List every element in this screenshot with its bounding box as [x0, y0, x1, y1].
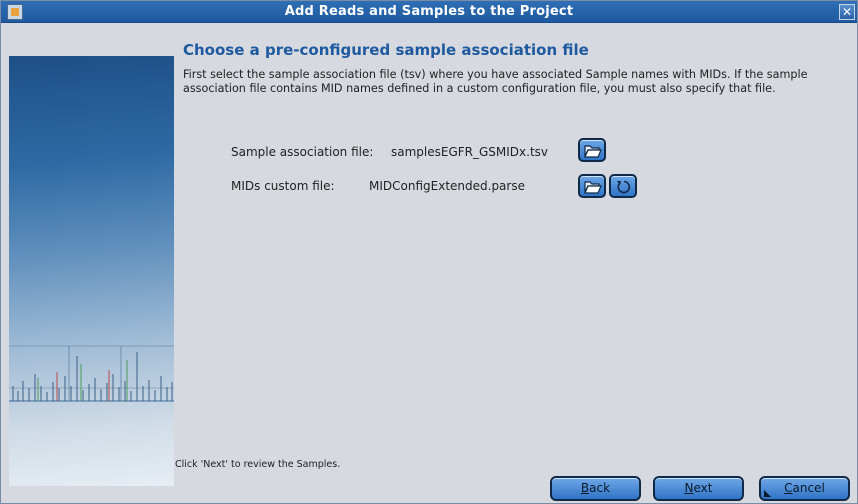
folder-open-icon	[584, 181, 602, 194]
page-description: First select the sample association file…	[183, 68, 808, 95]
chromatogram-graphic	[9, 345, 174, 402]
title-bar[interactable]: Add Reads and Samples to the Project ✕	[1, 1, 857, 23]
back-label-rest: ack	[589, 481, 611, 495]
close-button[interactable]: ✕	[839, 4, 855, 20]
reset-mids-file-button[interactable]	[609, 174, 637, 198]
cancel-label-rest: ancel	[792, 481, 825, 495]
resize-grip-icon	[764, 490, 771, 497]
sample-file-value: samplesEGFR_GSMIDx.tsv	[391, 145, 549, 159]
reset-icon	[617, 180, 631, 194]
next-label-rest: ext	[693, 481, 713, 495]
mids-file-label: MIDs custom file:	[231, 179, 335, 193]
browse-sample-file-button[interactable]	[578, 138, 606, 162]
cancel-mnemonic: C	[784, 481, 793, 495]
browse-mids-file-button[interactable]	[578, 174, 606, 198]
mids-file-value: MIDConfigExtended.parse	[369, 179, 525, 193]
window-title: Add Reads and Samples to the Project	[284, 4, 574, 19]
dialog-window: Add Reads and Samples to the Project ✕ C…	[0, 0, 858, 504]
back-mnemonic: B	[580, 481, 590, 495]
cancel-button[interactable]: Cancel	[759, 476, 850, 501]
next-mnemonic: N	[684, 481, 694, 495]
folder-open-icon	[584, 145, 602, 158]
page-heading: Choose a pre-configured sample associati…	[183, 41, 589, 59]
next-button[interactable]: Next	[653, 476, 744, 501]
footer-note: Click 'Next' to review the Samples.	[175, 459, 341, 470]
back-button[interactable]: Back	[550, 476, 641, 501]
sample-file-label: Sample association file:	[231, 145, 374, 159]
wizard-side-image	[9, 56, 174, 486]
